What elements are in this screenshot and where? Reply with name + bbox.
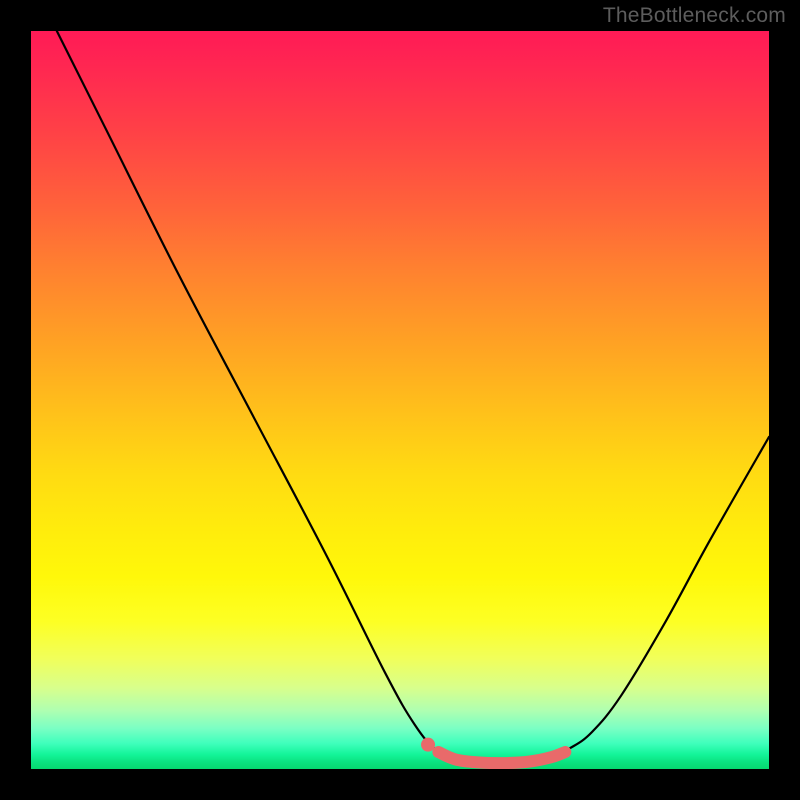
highlight-dot [421,738,435,752]
plot-area [31,31,769,769]
curve-path [57,31,769,764]
attribution-label: TheBottleneck.com [603,4,786,28]
highlight-path [438,752,565,763]
chart-frame: TheBottleneck.com [0,0,800,800]
chart-svg [31,31,769,769]
